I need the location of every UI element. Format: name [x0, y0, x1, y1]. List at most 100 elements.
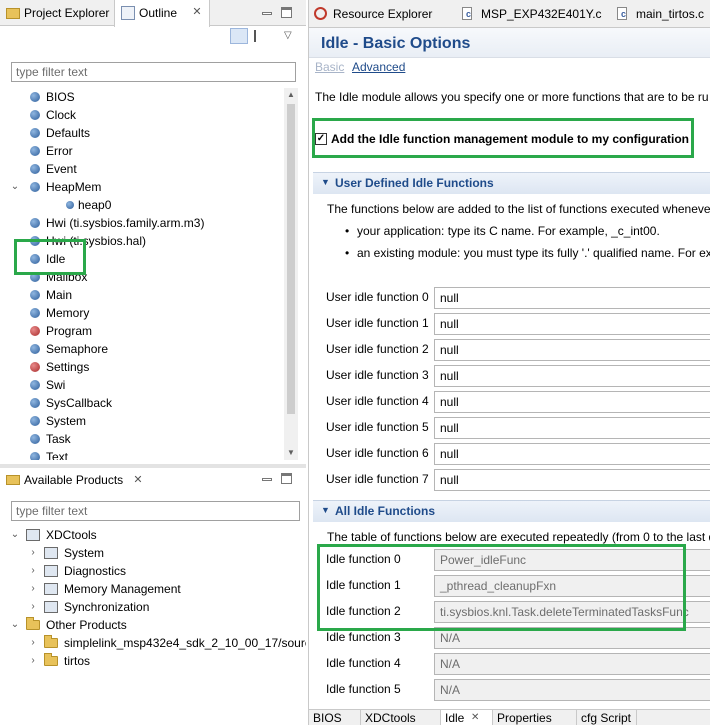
tab-available-products[interactable]: Available Products	[0, 468, 123, 492]
module-icon	[30, 218, 40, 228]
module-icon	[30, 110, 40, 120]
chevron-right-icon[interactable]: ›	[28, 562, 38, 580]
user-idle-function-row: User idle function 3 null	[309, 365, 710, 387]
tab-outline[interactable]: Outline ✕	[114, 0, 210, 27]
chevron-down-icon[interactable]: ⌄	[10, 178, 20, 196]
all-idle-functions-section-header[interactable]: ▼ All Idle Functions	[313, 500, 710, 522]
function-label: User idle function 6	[326, 446, 429, 460]
editor-panel: Resource Explorer MSP_EXP432E401Y.c main…	[308, 0, 710, 725]
idle-function-row: Idle function 4 N/A	[309, 653, 710, 675]
user-idle-function-input[interactable]: null	[434, 287, 710, 309]
scroll-down-icon[interactable]: ▼	[284, 446, 298, 460]
add-idle-module-checkbox-row[interactable]: ✓ Add the Idle function management modul…	[315, 130, 689, 148]
idle-function-field: _pthread_cleanupFxn	[434, 575, 710, 597]
idle-function-field: Power_idleFunc	[434, 549, 710, 571]
module-red-icon	[30, 362, 40, 372]
add-idle-module-checkbox[interactable]: ✓	[315, 133, 327, 145]
idle-function-field: ti.sysbios.knl.Task.deleteTerminatedTask…	[434, 601, 710, 623]
user-section-bullet: an existing module: you must type its fu…	[345, 246, 710, 260]
module-icon	[30, 434, 40, 444]
module-icon	[30, 380, 40, 390]
chevron-down-icon[interactable]: ⌄	[10, 526, 20, 544]
product-tree-label: Memory Management	[64, 582, 181, 596]
outline-item-label: Task	[46, 432, 71, 446]
user-idle-function-input[interactable]: null	[434, 417, 710, 439]
module-package-icon	[44, 601, 58, 613]
function-label: Idle function 0	[326, 552, 401, 566]
tab-main-tirtos-c[interactable]: main_tirtos.c	[612, 0, 704, 28]
user-idle-function-input[interactable]: null	[434, 391, 710, 413]
minimize-icon[interactable]	[262, 12, 272, 15]
function-label: User idle function 3	[326, 368, 429, 382]
chevron-right-icon[interactable]: ›	[28, 652, 38, 670]
close-icon[interactable]: ✕	[132, 474, 144, 486]
idle-function-field: N/A	[434, 679, 710, 701]
outline-tree: BIOS Clock Defaults Error Event ⌄ HeapMem heap0…	[0, 88, 284, 460]
products-view-tabbar: Available Products ✕	[0, 468, 306, 492]
view-menu-icon[interactable]: ▽	[284, 30, 292, 41]
user-idle-function-input[interactable]: null	[434, 313, 710, 335]
module-icon	[30, 308, 40, 318]
products-icon	[6, 475, 20, 485]
product-tree-label: simplelink_msp432e4_sdk_2_10_00_17/sourc…	[64, 636, 306, 650]
user-idle-function-row: User idle function 4 null	[309, 391, 710, 413]
outline-item-label: Error	[46, 144, 73, 158]
outline-item-label: System	[46, 414, 87, 428]
tab-xdctools[interactable]: XDCtools	[361, 710, 441, 725]
tab-cfg-script[interactable]: cfg Script	[577, 710, 637, 725]
outline-item-label: Clock	[46, 108, 77, 122]
tab-resource-explorer[interactable]: Resource Explorer	[309, 0, 432, 28]
scroll-thumb[interactable]	[287, 104, 295, 414]
maximize-icon[interactable]	[281, 7, 292, 18]
scroll-up-icon[interactable]: ▲	[284, 88, 298, 102]
idle-function-row: Idle function 2 ti.sysbios.knl.Task.delet…	[309, 601, 710, 623]
function-label: Idle function 4	[326, 656, 401, 670]
product-tree-label: XDCtools	[46, 528, 97, 542]
outline-scrollbar[interactable]: ▲ ▼	[284, 88, 298, 460]
chevron-right-icon[interactable]: ›	[28, 580, 38, 598]
tab-properties[interactable]: Properties	[493, 710, 577, 725]
close-icon[interactable]: ✕	[471, 710, 479, 725]
minimize-icon[interactable]	[262, 478, 272, 481]
c-file-icon	[617, 0, 627, 28]
module-icon	[30, 164, 40, 174]
outline-filter-input[interactable]: type filter text	[11, 62, 296, 82]
module-icon	[30, 272, 40, 282]
product-tree-label: tirtos	[64, 654, 91, 668]
tab-project-explorer[interactable]: Project Explorer	[0, 0, 109, 26]
user-idle-functions-section-header[interactable]: ▼ User Defined Idle Functions	[313, 172, 710, 194]
user-idle-function-input[interactable]: null	[434, 365, 710, 387]
sort-icon[interactable]	[230, 28, 248, 44]
user-idle-function-row: User idle function 5 null	[309, 417, 710, 439]
chevron-right-icon[interactable]: ›	[28, 634, 38, 652]
products-filter-input[interactable]: type filter text	[11, 501, 300, 521]
maximize-icon[interactable]	[281, 473, 292, 484]
function-label: Idle function 3	[326, 630, 401, 644]
user-idle-function-row: User idle function 2 null	[309, 339, 710, 361]
function-label: User idle function 7	[326, 472, 429, 486]
all-section-intro: The table of functions below are execute…	[327, 530, 710, 544]
collapse-icon[interactable]	[254, 30, 266, 42]
tab-idle[interactable]: Idle ✕	[441, 710, 493, 725]
outline-item-label: Mailbox	[46, 270, 88, 284]
module-icon	[30, 416, 40, 426]
close-icon[interactable]: ✕	[191, 6, 203, 18]
user-idle-function-input[interactable]: null	[434, 443, 710, 465]
advanced-link[interactable]: Advanced	[352, 60, 405, 74]
chevron-right-icon[interactable]: ›	[28, 544, 38, 562]
c-file-icon	[462, 0, 472, 28]
idle-function-row: Idle function 5 N/A	[309, 679, 710, 701]
module-icon	[30, 128, 40, 138]
user-idle-function-row: User idle function 7 null	[309, 469, 710, 491]
function-label: User idle function 4	[326, 394, 429, 408]
tab-msp-exp432e401y-c[interactable]: MSP_EXP432E401Y.c	[457, 0, 602, 28]
chevron-right-icon[interactable]: ›	[28, 598, 38, 616]
user-idle-function-input[interactable]: null	[434, 339, 710, 361]
user-idle-function-input[interactable]: null	[434, 469, 710, 491]
outline-item-label: Hwi (ti.sysbios.family.arm.m3)	[46, 216, 205, 230]
outline-item-label: Swi	[46, 378, 66, 392]
function-label: User idle function 2	[326, 342, 429, 356]
chevron-down-icon[interactable]: ⌄	[10, 616, 20, 634]
basic-link[interactable]: Basic	[315, 60, 344, 74]
tab-bios[interactable]: BIOS	[309, 710, 361, 725]
